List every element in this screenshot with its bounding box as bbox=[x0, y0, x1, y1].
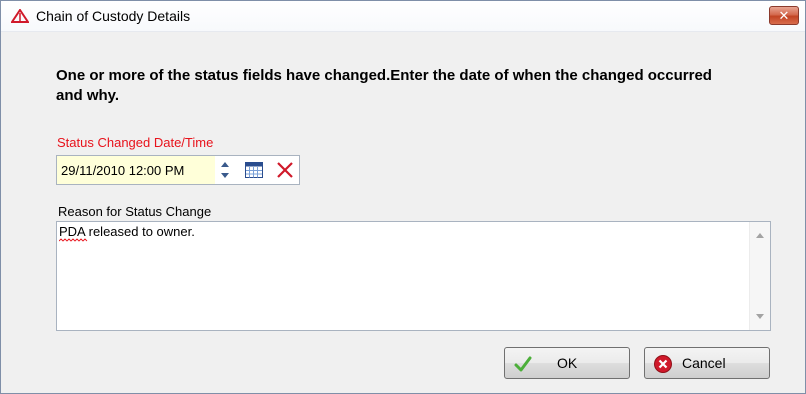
calendar-icon[interactable] bbox=[245, 162, 263, 178]
window-title: Chain of Custody Details bbox=[36, 8, 191, 24]
title-bar[interactable]: Chain of Custody Details ✕ bbox=[1, 1, 805, 32]
scroll-down-arrow-icon[interactable] bbox=[755, 312, 765, 320]
scroll-up-arrow-icon[interactable] bbox=[755, 232, 765, 240]
dialog-window: Chain of Custody Details ✕ One or more o… bbox=[0, 0, 806, 394]
red-x-icon[interactable] bbox=[276, 161, 294, 179]
status-date-picker bbox=[56, 155, 300, 185]
red-triangle-icon bbox=[11, 9, 29, 23]
reason-container: PDA released to owner. bbox=[56, 221, 771, 331]
ok-button-label: OK bbox=[557, 355, 578, 371]
reason-scrollbar[interactable] bbox=[749, 222, 770, 330]
close-button[interactable]: ✕ bbox=[769, 6, 799, 25]
status-date-label: Status Changed Date/Time bbox=[57, 135, 214, 150]
green-check-icon bbox=[514, 356, 532, 372]
status-date-input[interactable] bbox=[57, 156, 215, 184]
cancel-button-label: Cancel bbox=[682, 355, 726, 371]
cancel-button[interactable]: Cancel bbox=[644, 347, 770, 379]
reason-label: Reason for Status Change bbox=[58, 204, 212, 219]
instruction-message: One or more of the status fields have ch… bbox=[56, 67, 712, 104]
spinner-icon[interactable] bbox=[220, 160, 230, 180]
red-cancel-icon bbox=[654, 355, 672, 373]
spellcheck-underline bbox=[59, 238, 88, 242]
ok-button[interactable]: OK bbox=[504, 347, 630, 379]
reason-textarea[interactable]: PDA released to owner. bbox=[59, 224, 745, 328]
